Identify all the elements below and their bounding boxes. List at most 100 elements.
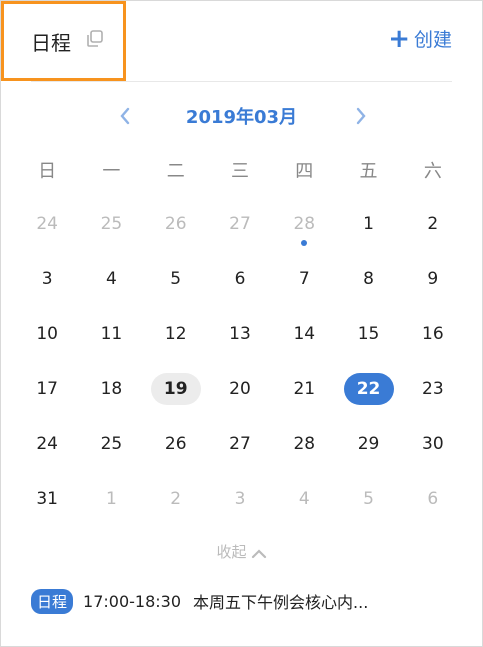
day-number: 1 [106, 489, 117, 509]
calendar-day[interactable]: 17 [15, 369, 79, 409]
calendar-day[interactable]: 28 [272, 424, 336, 464]
calendar-day[interactable]: 6 [401, 479, 465, 519]
collapse-label: 收起 [216, 543, 247, 561]
calendar-day[interactable]: 23 [401, 369, 465, 409]
calendar-day[interactable]: 11 [79, 314, 143, 354]
header-divider [31, 81, 452, 82]
day-number: 4 [298, 489, 310, 509]
day-number: 25 [100, 434, 123, 454]
calendar-day[interactable]: 26 [144, 204, 208, 244]
calendar-day[interactable]: 30 [401, 424, 465, 464]
weekday-label: 二 [166, 161, 185, 182]
weekday-label: 五 [359, 161, 378, 182]
chevron-right-icon[interactable] [349, 101, 373, 131]
calendar-week: 24 25 26 27 28 1 2 [15, 204, 465, 246]
calendar-day[interactable]: 12 [144, 314, 208, 354]
day-number: 8 [363, 269, 374, 289]
event-time: 17:00-18:30 [83, 591, 182, 611]
day-number: 15 [357, 324, 380, 344]
calendar-day[interactable]: 29 [336, 424, 400, 464]
month-nav: 2019年03月 [1, 101, 482, 131]
calendar-day[interactable]: 9 [401, 259, 465, 299]
calendar-day[interactable]: 1 [336, 204, 400, 244]
calendar-day[interactable]: 1 [79, 479, 143, 519]
day-number: 1 [363, 214, 374, 234]
day-number: 7 [298, 269, 310, 289]
day-number: 20 [229, 379, 251, 399]
day-number: 4 [106, 269, 117, 289]
calendar-day[interactable]: 5 [336, 479, 400, 519]
day-number: 12 [164, 324, 187, 344]
day-number: 18 [100, 379, 123, 399]
day-number: 6 [234, 269, 246, 289]
collapse-button[interactable]: 收起 [1, 541, 482, 562]
event-item[interactable]: 日程 17:00-18:30 本周五下午例会核心内... [31, 587, 368, 615]
calendar-day[interactable]: 6 [208, 259, 272, 299]
calendar-day-selected[interactable]: 22 [336, 369, 400, 409]
calendar-day[interactable]: 26 [144, 424, 208, 464]
calendar-day[interactable]: 28 [272, 204, 336, 246]
calendar-day[interactable]: 3 [15, 259, 79, 299]
calendar-day[interactable]: 24 [15, 424, 79, 464]
weekday-label: 六 [423, 161, 442, 182]
calendar-day[interactable]: 14 [272, 314, 336, 354]
calendar-day[interactable]: 10 [15, 314, 79, 354]
calendar-week: 31 1 2 3 4 5 6 [15, 479, 465, 519]
day-number: 23 [422, 379, 444, 399]
calendar-day[interactable]: 2 [144, 479, 208, 519]
day-number: 5 [170, 269, 182, 289]
day-number: 31 [36, 489, 58, 509]
day-number: 16 [422, 324, 444, 344]
calendar-day[interactable]: 16 [401, 314, 465, 354]
calendar-day[interactable]: 4 [272, 479, 336, 519]
weekday-label: 四 [295, 161, 314, 182]
day-number: 5 [363, 489, 374, 509]
day-number: 28 [293, 434, 316, 454]
day-number: 2 [170, 489, 182, 509]
calendar-day[interactable]: 8 [336, 259, 400, 299]
event-dot [301, 240, 308, 246]
calendar-day[interactable]: 24 [15, 204, 79, 244]
day-number: 25 [100, 214, 123, 234]
day-number: 10 [36, 324, 58, 344]
weekday-header: 日一二三四五六 [15, 157, 465, 183]
weekday-label: 一 [102, 161, 121, 182]
event-tag: 日程 [31, 588, 74, 614]
calendar-day[interactable]: 4 [79, 259, 143, 299]
calendar-day[interactable]: 20 [208, 369, 272, 409]
day-number: 27 [229, 214, 251, 234]
calendar-day[interactable]: 15 [336, 314, 400, 354]
header: 日程 + 创建 [1, 1, 482, 81]
day-number: 26 [164, 214, 187, 234]
weekday-label: 三 [230, 161, 249, 182]
day-number: 24 [36, 434, 58, 454]
day-number: 19 [150, 373, 201, 405]
calendar-day[interactable]: 5 [144, 259, 208, 299]
calendar-day[interactable]: 21 [272, 369, 336, 409]
day-number: 2 [427, 214, 439, 234]
chevron-up-icon [251, 548, 266, 558]
day-number: 11 [100, 324, 123, 344]
calendar-day[interactable]: 13 [208, 314, 272, 354]
calendar-day[interactable]: 27 [208, 424, 272, 464]
calendar-day[interactable]: 3 [208, 479, 272, 519]
month-label: 2019年03月 [185, 107, 298, 128]
plus-icon: + [388, 23, 410, 54]
day-number: 9 [427, 269, 439, 289]
calendar-day[interactable]: 25 [79, 424, 143, 464]
create-button[interactable]: + 创建 [388, 25, 452, 52]
calendar-day-today[interactable]: 19 [144, 369, 208, 409]
calendar-day[interactable]: 18 [79, 369, 143, 409]
calendar-day[interactable]: 7 [272, 259, 336, 299]
day-number: 17 [36, 379, 58, 399]
calendar-day[interactable]: 27 [208, 204, 272, 244]
calendar-week: 10 11 12 13 14 15 16 [15, 314, 465, 354]
calendar-day[interactable]: 25 [79, 204, 143, 244]
calendar-day[interactable]: 31 [15, 479, 79, 519]
create-label: 创建 [413, 29, 452, 51]
weekday-label: 日 [38, 161, 57, 182]
event-title: 本周五下午例会核心内... [193, 593, 369, 612]
day-number: 21 [293, 379, 316, 399]
copy-icon[interactable] [85, 29, 105, 49]
calendar-day[interactable]: 2 [401, 204, 465, 244]
